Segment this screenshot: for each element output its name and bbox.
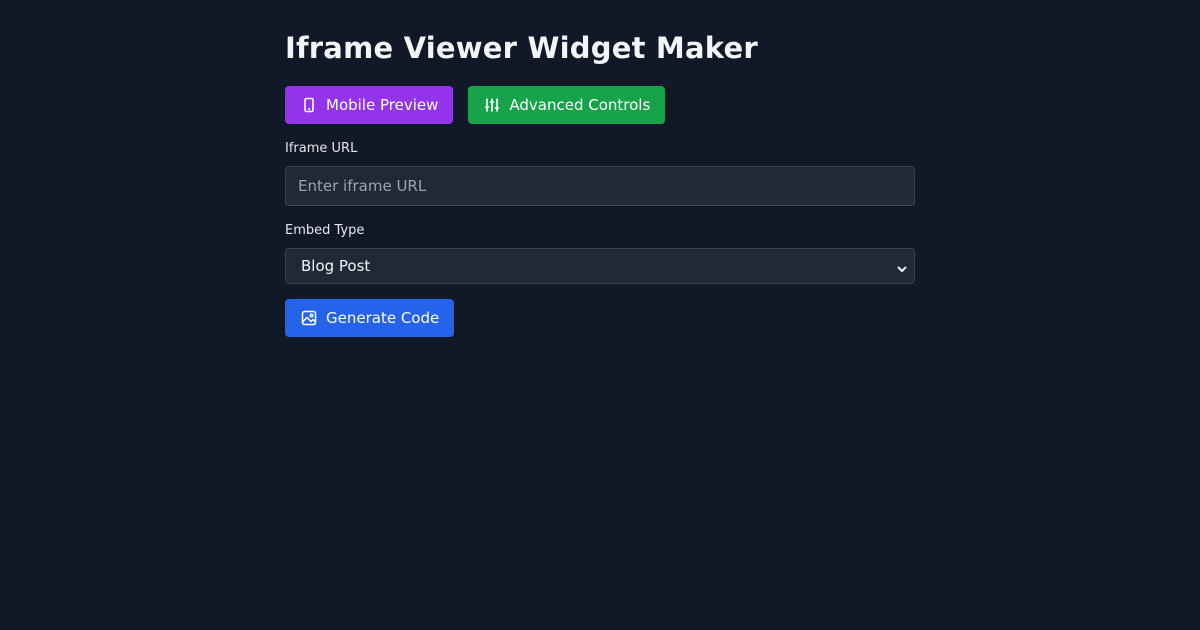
embed-type-select[interactable]: Blog Post [285, 248, 915, 284]
generate-code-button[interactable]: Generate Code [285, 299, 455, 337]
page-title: Iframe Viewer Widget Maker [285, 31, 758, 65]
generate-row: Generate Code [285, 299, 915, 337]
sliders-icon [484, 97, 500, 113]
smartphone-icon [301, 97, 317, 113]
mobile-preview-label: Mobile Preview [326, 96, 439, 114]
generate-code-label: Generate Code [326, 309, 440, 327]
widget-maker-panel: Iframe Viewer Widget Maker Mobile Previe… [285, 30, 915, 337]
mobile-preview-button[interactable]: Mobile Preview [285, 86, 454, 124]
iframe-url-label: Iframe URL [285, 141, 358, 156]
embed-type-selected-value: Blog Post [301, 257, 371, 275]
toolbar: Mobile Preview Advanced Controls [285, 86, 915, 124]
iframe-url-input[interactable] [285, 166, 915, 206]
embed-type-label: Embed Type [285, 223, 365, 238]
image-icon [301, 310, 317, 326]
advanced-controls-button[interactable]: Advanced Controls [468, 86, 666, 124]
advanced-controls-label: Advanced Controls [509, 96, 651, 114]
chevron-down-icon [896, 260, 908, 272]
